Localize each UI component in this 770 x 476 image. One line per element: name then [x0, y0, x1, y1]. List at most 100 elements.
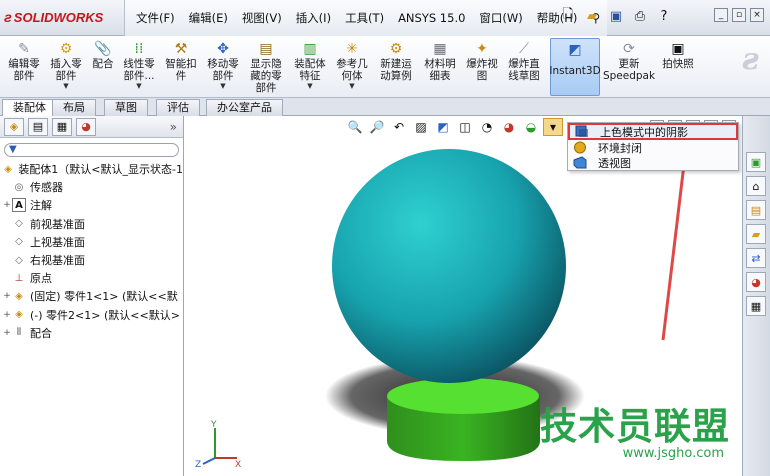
minimize-icon[interactable]: _	[714, 8, 728, 22]
menu-ansys[interactable]: ANSYS 15.0	[391, 11, 472, 25]
instant3d-button[interactable]: ◩ Instant3D	[549, 38, 601, 96]
menu-file[interactable]: 文件(F)	[129, 10, 182, 26]
explode-line-sketch-button[interactable]: ⟋ 爆炸直 线草图	[504, 38, 544, 82]
tree-item-assembly[interactable]: ◈ 装配体1（默认<默认_显示状态-1	[0, 160, 183, 178]
assembly-icon: ◈	[4, 163, 12, 175]
smart-fastener-icon: ⚒	[174, 41, 188, 57]
cylinder-top-face	[387, 378, 539, 414]
perspective-icon	[572, 156, 588, 169]
help-icon[interactable]: ?	[654, 6, 674, 26]
origin-icon: ⊥	[14, 272, 24, 284]
tree-item-right-plane[interactable]: ◇ 右视基准面	[0, 251, 183, 269]
save-icon[interactable]: ▣	[606, 6, 626, 26]
print-icon[interactable]: ⎙	[630, 6, 650, 26]
tree-item-front-plane[interactable]: ◇ 前视基准面	[0, 215, 183, 233]
chevron-down-icon[interactable]: ▼	[63, 82, 68, 90]
insert-component-icon: ⚙	[59, 41, 73, 57]
part-icon: ◈	[15, 309, 23, 321]
tree-filter[interactable]: ▼	[4, 143, 179, 157]
new-document-icon[interactable]: 🗋	[558, 6, 578, 26]
expand-icon[interactable]: +	[3, 291, 11, 301]
chevron-down-icon[interactable]: ▼	[220, 82, 225, 90]
assembly-feature-icon: ▥	[303, 41, 317, 57]
show-hidden-components-button[interactable]: ▤ 显示隐 藏的零 部件	[246, 38, 286, 94]
feature-manager-panel: ◈ ▤ ▦ ◕ » ▼ ◈ 装配体1（默认<默认_显示状态-1 ◎ 传感器 + …	[0, 116, 184, 476]
appearances-icon[interactable]: ◕	[746, 272, 766, 292]
close-icon[interactable]: ×	[750, 8, 764, 22]
expand-icon[interactable]: +	[3, 200, 11, 210]
expand-icon[interactable]: +	[3, 328, 11, 338]
view-palette-icon[interactable]: ⇄	[746, 248, 766, 268]
menu-edit[interactable]: 编辑(E)	[182, 10, 235, 26]
command-tabs: 装配体 布局 草图 评估 办公室产品	[0, 98, 770, 117]
ambient-occlusion-item[interactable]: 环境封闭	[568, 140, 738, 155]
axis-triad: Y X Z	[195, 420, 241, 468]
new-motion-study-button[interactable]: ⚙ 新建运 动算例	[376, 38, 416, 82]
tab-office-products[interactable]: 办公室产品	[206, 99, 283, 116]
plane-icon: ◇	[15, 236, 23, 248]
tree-item-origin[interactable]: ⊥ 原点	[0, 269, 183, 287]
menu-bar: 文件(F) 编辑(E) 视图(V) 插入(I) 工具(T) ANSYS 15.0…	[124, 0, 608, 36]
reference-geometry-button[interactable]: ✳ 参考几 何体 ▼	[332, 38, 372, 90]
perspective-item[interactable]: 透视图	[568, 155, 738, 170]
new-motion-study-icon: ⚙	[389, 41, 403, 57]
move-component-button[interactable]: ✥ 移动零 部件 ▼	[203, 38, 243, 90]
edit-component-button[interactable]: ✎ 编辑零 部件	[4, 38, 44, 82]
expand-icon[interactable]: +	[3, 310, 11, 320]
menu-tools[interactable]: 工具(T)	[338, 10, 391, 26]
chevron-down-icon[interactable]: ▼	[136, 82, 141, 90]
solidworks-resources-icon[interactable]: ▣	[746, 152, 766, 172]
shadows-in-shaded-mode-item[interactable]: 上色模式中的阴影	[568, 123, 738, 140]
tab-layout[interactable]: 布局	[52, 99, 96, 116]
custom-properties-icon[interactable]: ▦	[746, 296, 766, 316]
sphere-body	[332, 149, 566, 383]
open-folder-icon[interactable]: ▰	[582, 6, 602, 26]
watermark-url: www.jsgho.com	[622, 446, 724, 461]
mate-button[interactable]: 📎 配合	[89, 38, 117, 70]
bom-button[interactable]: ▦ 材料明 细表	[420, 38, 460, 82]
configuration-manager-icon[interactable]: ▦	[52, 117, 72, 136]
linear-pattern-button[interactable]: ⁞⁞ 线性零 部件... ▼	[119, 38, 159, 90]
snapshot-button[interactable]: ▣ 拍快照	[658, 38, 698, 70]
restore-icon[interactable]: ▫	[732, 8, 746, 22]
tree-item-mates[interactable]: + ⫴ 配合	[0, 324, 183, 342]
tab-sketch[interactable]: 草图	[104, 99, 148, 116]
snapshot-icon: ▣	[671, 41, 685, 57]
smart-fastener-button[interactable]: ⚒ 智能扣 件	[161, 38, 201, 82]
assembly-feature-button[interactable]: ▥ 装配体 特征 ▼	[290, 38, 330, 90]
mate-icon: 📎	[94, 41, 112, 57]
tree-item-part2[interactable]: + ◈ (-) 零件2<1> (默认<<默认>	[0, 306, 183, 324]
insert-component-button[interactable]: ⚙ 插入零 部件 ▼	[46, 38, 86, 90]
menu-insert[interactable]: 插入(I)	[289, 10, 338, 26]
chevron-down-icon[interactable]: ▼	[349, 82, 354, 90]
update-speedpak-button[interactable]: ⟳ 更新 Speedpak	[603, 38, 655, 82]
tree-item-top-plane[interactable]: ◇ 上视基准面	[0, 233, 183, 251]
filter-icon: ▼	[9, 144, 17, 155]
property-manager-icon[interactable]: ▤	[28, 117, 48, 136]
chevron-right-icon[interactable]: »	[170, 120, 177, 134]
exploded-view-button[interactable]: ✦ 爆炸视 图	[462, 38, 502, 82]
tree-item-part1[interactable]: + ◈ (固定) 零件1<1> (默认<<默	[0, 287, 183, 305]
mates-folder-icon: ⫴	[16, 327, 22, 339]
feature-tree-icon[interactable]: ◈	[4, 117, 24, 136]
tree-item-annotations[interactable]: + A 注解	[0, 196, 183, 214]
design-library-icon[interactable]: ▤	[746, 200, 766, 220]
tab-evaluate[interactable]: 评估	[156, 99, 200, 116]
chevron-down-icon[interactable]: ▼	[307, 82, 312, 90]
home-icon[interactable]: ⌂	[746, 176, 766, 196]
graphics-area[interactable]: 🔍 🔎 ↶ ▨ ◩ ◫ ◔ ◕ ◒ ▾ ◧ ◨ _ ▫ ×	[185, 116, 742, 476]
display-manager-icon[interactable]: ◕	[76, 117, 96, 136]
menu-window[interactable]: 窗口(W)	[472, 10, 529, 26]
file-explorer-icon[interactable]: ▰	[746, 224, 766, 244]
solidworks-logo[interactable]: ƨ SOLIDWORKS	[4, 9, 103, 25]
tree-item-sensors[interactable]: ◎ 传感器	[0, 178, 183, 196]
ds-brand-icon: ƨ	[742, 42, 759, 77]
ds-logo-icon: ƨ	[4, 9, 12, 25]
show-hidden-icon: ▤	[259, 41, 273, 57]
quick-access-toolbar: 🗋 ▰ ▣ ⎙ ?	[558, 6, 674, 26]
window-controls: _ ▫ ×	[714, 8, 764, 22]
menu-view[interactable]: 视图(V)	[235, 10, 289, 26]
linear-pattern-icon: ⁞⁞	[134, 41, 144, 57]
tab-assembly[interactable]: 装配体	[2, 99, 57, 117]
annotation-icon: A	[12, 198, 26, 213]
